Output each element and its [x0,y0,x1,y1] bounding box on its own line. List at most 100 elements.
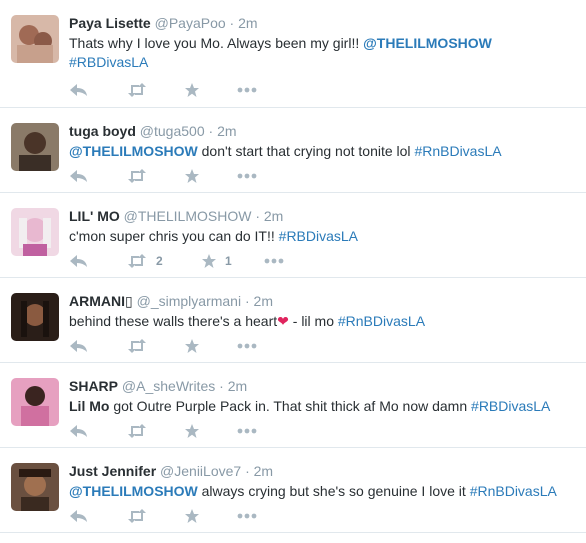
tweet-content: SHARP @A_sheWrites · 2m Lil Mo got Outre… [69,377,572,416]
favorite-button[interactable] [184,82,237,98]
username[interactable]: @THELILMOSHOW [124,208,252,224]
mention-link[interactable]: @THELILMOSHOW [69,483,198,499]
text-segment: - lil mo [288,313,338,329]
avatar[interactable] [11,123,59,171]
username[interactable]: @tuga500 [140,123,205,139]
time-separator: · [241,463,254,479]
tweet[interactable]: tuga boyd @tuga500 · 2m @THELILMOSHOW do… [0,108,586,193]
tweet-header: Just Jennifer @JeniiLove7 · 2m [69,462,572,480]
tweet-content: LIL' MO @THELILMOSHOW · 2m c'mon super c… [69,207,572,246]
favorite-button[interactable] [184,508,237,524]
favorite-button[interactable] [184,168,237,184]
tweet-text: @THELILMOSHOW don't start that crying no… [69,142,572,161]
timestamp[interactable]: 2m [228,378,247,394]
retweet-count: 2 [156,254,163,268]
mention-link[interactable]: @THELILMOSHOW [69,143,198,159]
hashtag-link[interactable]: #RBDivasLA [69,54,148,70]
avatar[interactable] [11,378,59,426]
reply-button[interactable] [69,423,126,439]
more-icon [237,428,257,434]
fullname[interactable]: ARMANI [69,293,125,309]
tweet-actions [69,80,257,100]
mention-link[interactable]: @THELILMOSHOW [363,35,492,51]
tweet-text: c'mon super chris you can do IT!! #RBDiv… [69,227,572,246]
text-segment: c'mon super chris you can do IT!! [69,228,279,244]
tweet[interactable]: Paya Lisette @PayaPoo · 2m Thats why I l… [0,0,586,108]
retweet-button[interactable]: 2 [126,253,201,269]
username[interactable]: @_simplyarmani [137,293,241,309]
tweet-header: LIL' MO @THELILMOSHOW · 2m [69,207,572,225]
username[interactable]: @JeniiLove7 [160,463,241,479]
reply-button[interactable] [69,338,126,354]
avatar[interactable] [11,463,59,511]
more-button[interactable] [237,87,257,93]
fullname[interactable]: tuga boyd [69,123,136,139]
reply-button[interactable] [69,253,126,269]
retweet-button[interactable] [126,82,184,98]
favorite-button[interactable] [184,338,237,354]
tweet-text: Lil Mo got Outre Purple Pack in. That sh… [69,397,572,416]
text-segment: always crying but she's so genuine I lov… [197,483,470,499]
more-button[interactable] [237,513,257,519]
favorite-icon [184,82,200,98]
retweet-icon [126,168,148,184]
more-button[interactable] [237,343,257,349]
hashtag-link[interactable]: #RnBDivasLA [470,483,557,499]
retweet-icon [126,423,148,439]
tweet-header: tuga boyd @tuga500 · 2m [69,122,572,140]
more-icon [237,343,257,349]
more-button[interactable] [237,173,257,179]
hashtag-link[interactable]: #RnBDivasLA [414,143,501,159]
more-button[interactable] [237,428,257,434]
reply-button[interactable] [69,82,126,98]
retweet-icon [126,82,148,98]
username[interactable]: @A_sheWrites [122,378,215,394]
retweet-button[interactable] [126,508,184,524]
timestamp[interactable]: 2m [264,208,283,224]
fullname[interactable]: Paya Lisette [69,15,151,31]
tweet[interactable]: LIL' MO @THELILMOSHOW · 2m c'mon super c… [0,193,586,278]
reply-button[interactable] [69,508,126,524]
tweet[interactable]: SHARP @A_sheWrites · 2m Lil Mo got Outre… [0,363,586,448]
avatar[interactable] [11,15,59,63]
retweet-button[interactable] [126,338,184,354]
tweet-stream: Paya Lisette @PayaPoo · 2m Thats why I l… [0,0,586,533]
more-button[interactable] [264,258,284,264]
retweet-button[interactable] [126,423,184,439]
fullname[interactable]: LIL' MO [69,208,120,224]
timestamp[interactable]: 2m [254,463,273,479]
favorite-button[interactable] [184,423,237,439]
fullname[interactable]: Just Jennifer [69,463,156,479]
hashtag-link[interactable]: #RBDivasLA [279,228,358,244]
fullname[interactable]: SHARP [69,378,118,394]
tweet-text: Thats why I love you Mo. Always been my … [69,34,572,72]
tweet-text: @THELILMOSHOW always crying but she's so… [69,482,572,501]
reply-icon [69,508,89,524]
text-segment: behind these walls there's a heart [69,313,278,329]
timestamp[interactable]: 2m [238,15,257,31]
tweet-content: Just Jennifer @JeniiLove7 · 2m @THELILMO… [69,462,572,501]
retweet-button[interactable] [126,168,184,184]
tweet[interactable]: ARMANI▯ @_simplyarmani · 2m behind these… [0,278,586,363]
tweet-text: behind these walls there's a heart❤ - li… [69,312,572,331]
avatar[interactable] [11,293,59,341]
avatar[interactable] [11,208,59,256]
favorite-icon [184,508,200,524]
more-icon [237,513,257,519]
tweet-actions [69,421,257,441]
username[interactable]: @PayaPoo [155,15,226,31]
hashtag-link[interactable]: #RnBDivasLA [338,313,425,329]
reply-button[interactable] [69,168,126,184]
favorite-icon [201,253,217,269]
bold-text: Lil Mo [69,398,110,414]
reply-icon [69,168,89,184]
timestamp[interactable]: 2m [254,293,273,309]
tweet[interactable]: Just Jennifer @JeniiLove7 · 2m @THELILMO… [0,448,586,533]
timestamp[interactable]: 2m [217,123,236,139]
favorite-icon [184,338,200,354]
favorite-button[interactable]: 1 [201,253,264,269]
tweet-actions [69,166,257,186]
tweet-header: Paya Lisette @PayaPoo · 2m [69,14,572,32]
hashtag-link[interactable]: #RBDivasLA [471,398,550,414]
reply-icon [69,423,89,439]
